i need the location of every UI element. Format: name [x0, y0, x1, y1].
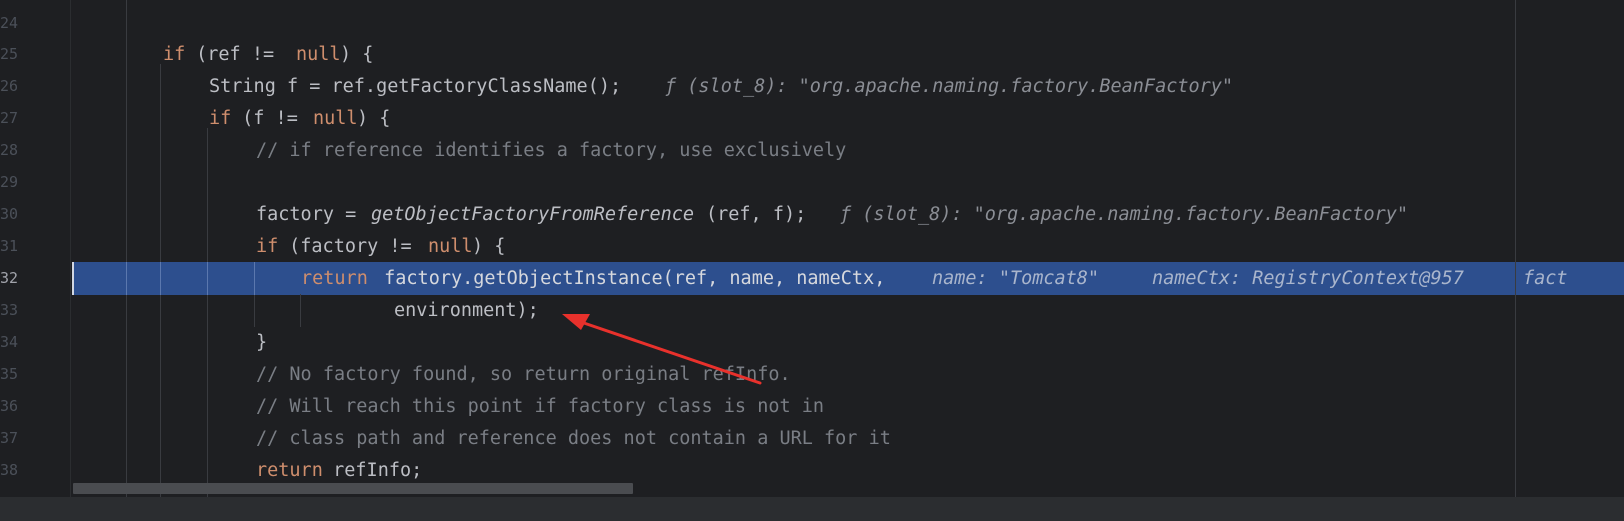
status-bar [0, 497, 1624, 521]
code-editor[interactable]: 24 25 26 27 28 29 30 31 32 33 34 35 36 3… [0, 0, 1624, 497]
red-arrow-icon [562, 314, 762, 385]
horizontal-scrollbar[interactable] [73, 483, 633, 494]
